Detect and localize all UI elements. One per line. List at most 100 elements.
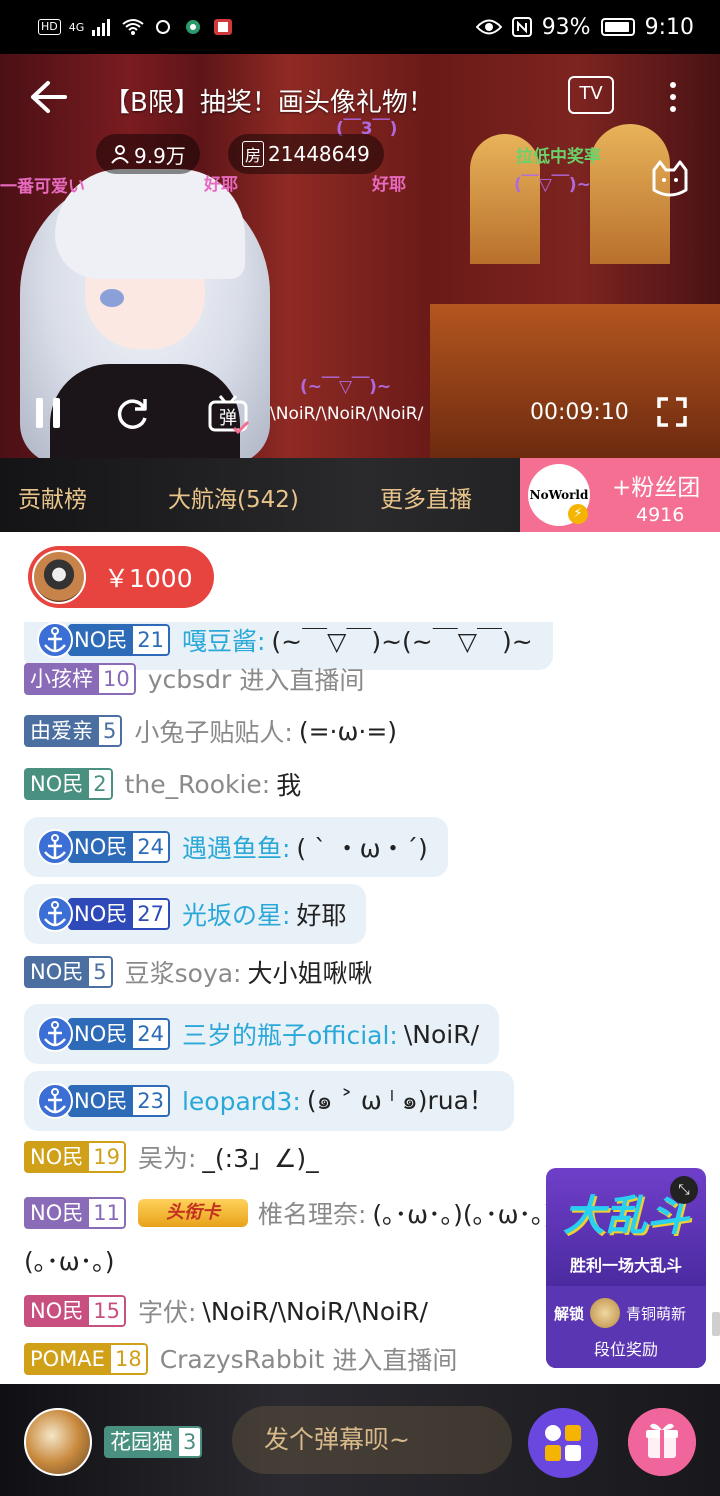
medal-level: 19 (89, 1141, 126, 1173)
fan-medal: NO民 11 (24, 1197, 126, 1229)
fan-medal: NO民 2 (24, 768, 113, 800)
chat-text: _(:3」∠)_ (202, 1144, 319, 1173)
viewer-count-text: 9.9万 (134, 143, 186, 168)
pause-icon[interactable] (36, 398, 62, 428)
tab-guard[interactable]: 大航海(542) (168, 480, 299, 514)
chat-username[interactable]: ycbsdr (148, 665, 232, 694)
chat-message[interactable]: POMAE 18 CrazysRabbit 进入直播间 (24, 1342, 457, 1376)
chat-message[interactable]: NO民 24 三岁的瓶子official: \NoiR/ (24, 1004, 500, 1064)
medal-level: 3 (179, 1426, 203, 1458)
fan-medal: NO民 15 (24, 1295, 126, 1327)
cat-face-icon[interactable] (648, 158, 692, 202)
stream-title: 【B限】抽奖！画头像礼物！ (104, 88, 434, 118)
gift-icon[interactable] (628, 1408, 696, 1476)
network-type: 4G (68, 20, 85, 34)
chat-username[interactable]: 嘎豆酱: (182, 622, 265, 658)
clock: 9:10 (644, 14, 694, 40)
chat-text: \NoiR/\NoiR/\NoiR/ (202, 1296, 428, 1326)
chat-message[interactable]: NO民 5 豆浆soya: 大小姐啾啾 (24, 955, 373, 989)
chat-username[interactable]: 三岁的瓶子official: (182, 1016, 398, 1052)
reward-pill[interactable]: ￥1000 (28, 546, 214, 608)
medal-name: 由爱亲 (24, 715, 99, 747)
room-id-text: 21448649 (268, 142, 370, 166)
chat-message[interactable]: NO民 19 吴为: _(:3」∠)_ (24, 1140, 319, 1174)
chat-message[interactable]: NO民 24 遇遇鱼鱼:( ` ・ω・´) (24, 817, 448, 877)
chat-username[interactable]: 椎名理奈: (258, 1195, 366, 1231)
title-tag: 头衔卡 (137, 1199, 248, 1227)
medal-name: NO民 (24, 956, 90, 988)
medal-level: 24 (133, 831, 170, 863)
chat-username[interactable]: leopard3: (182, 1087, 301, 1116)
chat-username[interactable]: 豆浆soya: (125, 954, 242, 990)
medal-name: 小孩梓 (24, 663, 99, 695)
medal-name: NO民 (24, 1141, 90, 1173)
chat-message[interactable]: 小孩梓 10 ycbsdr 进入直播间 (24, 662, 364, 696)
battery-percent: 93% (541, 14, 591, 40)
chat-username[interactable]: 小兔子贴贴人: (134, 713, 292, 749)
medal-level: 5 (89, 956, 113, 988)
fullscreen-icon[interactable] (656, 396, 688, 428)
my-avatar[interactable] (24, 1408, 92, 1476)
fan-medal: 小孩梓 10 (24, 663, 136, 695)
more-options-icon[interactable] (664, 78, 682, 118)
refresh-icon[interactable] (112, 394, 152, 434)
brawl-event-card[interactable]: 大乱斗 ⤡ 胜利一场大乱斗 解锁 青铜萌新 段位奖励 (546, 1168, 706, 1368)
medal-level: 10 (99, 663, 136, 695)
fan-medal: NO民 21 (68, 624, 170, 656)
fan-medal: NO民 24 (68, 831, 170, 863)
tab-contribution[interactable]: 贡献榜 (18, 480, 87, 514)
medal-level: 15 (89, 1295, 126, 1327)
chat-message[interactable]: NO民 23 leopard3: (๑ ˃ ω ˡ ๑)rua！ (24, 1071, 514, 1131)
chat-message[interactable]: NO民 15 字伏: \NoiR/\NoiR/\NoiR/ (24, 1294, 428, 1328)
collapse-icon[interactable]: ⤡ (670, 1176, 698, 1204)
chat-scrollbar[interactable] (712, 1312, 720, 1336)
medal-name: 花园猫 (104, 1426, 179, 1458)
viewer-count: 9.9万 (96, 134, 200, 174)
fan-medal: NO民 5 (24, 956, 113, 988)
chat-username[interactable]: 字伏: (138, 1293, 196, 1329)
chat-message[interactable]: NO民 27 光坂の星: 好耶 (24, 884, 367, 944)
chat-text: 大小姐啾啾 (247, 959, 373, 988)
chat-message[interactable]: NO民 2 the_Rookie: 我 (24, 767, 301, 801)
chat-username[interactable]: CrazysRabbit (160, 1345, 325, 1374)
back-arrow-icon[interactable] (28, 80, 68, 114)
chat-text: 进入直播间 (239, 666, 365, 695)
chat-text: (~￣▽￣)~(~￣▽￣)~ (271, 627, 533, 656)
book-icon (214, 19, 233, 35)
overlay-danmu: \NoiR/\NoiR/\NoiR/ (270, 404, 424, 424)
chat-text: 好耶 (296, 901, 347, 930)
cast-tv-button[interactable]: TV (568, 76, 614, 114)
medal-level: 23 (133, 1085, 170, 1117)
medal-name: NO民 (68, 1018, 134, 1050)
anchor-icon (37, 622, 73, 658)
danmu-input[interactable]: 发个弹幕呗~ (232, 1406, 512, 1474)
medal-name: POMAE (24, 1343, 111, 1375)
fan-club-count: 4916 (636, 504, 685, 526)
danmu-toggle-icon[interactable]: 弹 (208, 394, 250, 434)
app-icon (186, 20, 201, 34)
fan-club-button[interactable]: NoWorld ⚡ +粉丝团 4916 (520, 458, 720, 532)
chat-username[interactable]: 遇遇鱼鱼: (182, 829, 290, 865)
tab-more-live[interactable]: 更多直播 (380, 480, 472, 514)
anchor-icon (37, 896, 73, 932)
rank-badge-icon (590, 1298, 621, 1328)
medal-level: 27 (133, 898, 170, 930)
live-room-screen: HD 4G 93% 9:10 (~￣▽￣)~ 拉低中奖率 好耶 好耶 一番可爱い… (0, 0, 720, 1496)
reward-label: 段位奖励 (593, 1340, 658, 1359)
hd-indicator: HD (38, 19, 61, 35)
wifi-icon (122, 19, 144, 35)
medal-level: 2 (89, 768, 113, 800)
chat-username[interactable]: the_Rookie: (125, 770, 271, 799)
chat-username[interactable]: 吴为: (138, 1139, 196, 1175)
reward-avatar (32, 550, 86, 604)
games-icon[interactable] (528, 1408, 598, 1478)
video-player[interactable]: (~￣▽￣)~ 拉低中奖率 好耶 好耶 一番可爱い (￣▽￣)~ (￣3￣) 【… (0, 54, 720, 458)
nfc-icon (511, 17, 532, 37)
chat-message[interactable]: 由爱亲 5 小兔子贴贴人: (=·ω·=) (24, 714, 397, 748)
medal-name: NO民 (68, 898, 134, 930)
chat-username[interactable]: 光坂の星: (182, 896, 290, 932)
chat-message[interactable]: NO民 11 头衔卡 椎名理奈: (｡･ω･｡)(｡･ω･｡) (24, 1196, 553, 1230)
medal-level: 5 (99, 715, 123, 747)
fan-medal: POMAE 18 (24, 1343, 148, 1375)
event-subtitle: 胜利一场大乱斗 (569, 1256, 682, 1275)
